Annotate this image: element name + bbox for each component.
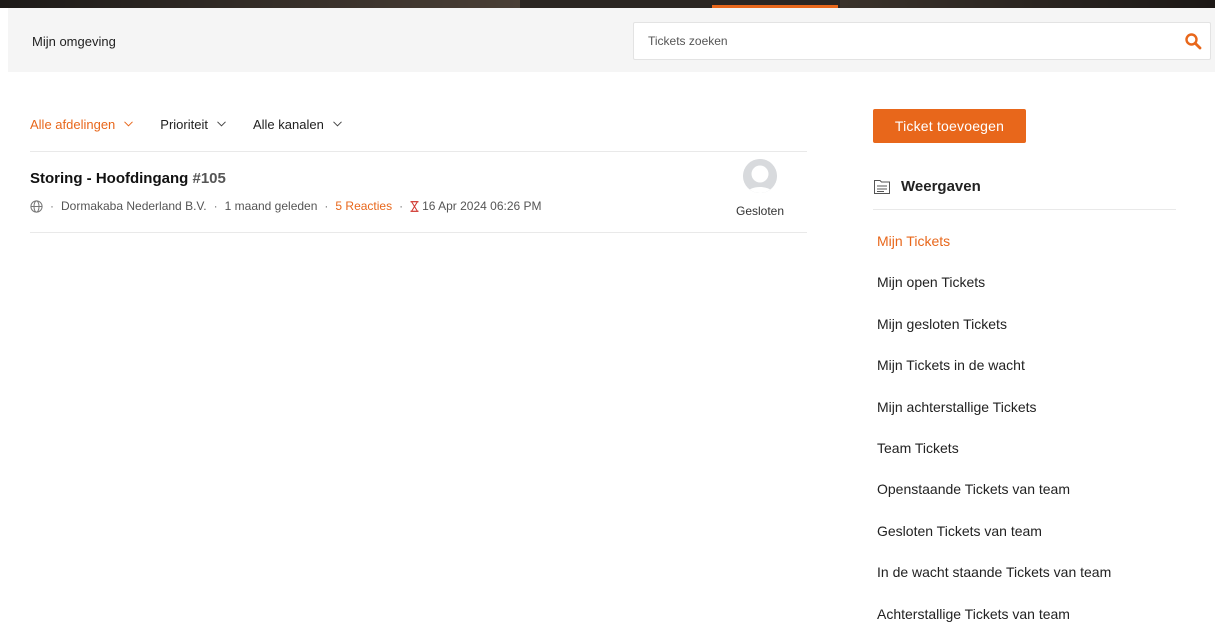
avatar	[743, 159, 777, 193]
separator-dot: ·	[324, 199, 329, 213]
view-item-my-open-tickets[interactable]: Mijn open Tickets	[877, 273, 1111, 314]
view-item-team-tickets[interactable]: Team Tickets	[877, 439, 1111, 480]
banner-segment	[840, 0, 1215, 8]
divider	[30, 232, 807, 233]
views-icon	[874, 180, 890, 194]
separator-dot: ·	[213, 199, 218, 213]
separator-dot: ·	[50, 199, 54, 213]
search-input[interactable]	[634, 23, 1174, 59]
ticket-number: #105	[192, 170, 226, 187]
search-icon[interactable]	[1184, 32, 1202, 50]
ticket-age: 1 maand geleden	[224, 199, 318, 213]
view-item-my-on-hold-tickets[interactable]: Mijn Tickets in de wacht	[877, 356, 1111, 397]
ticket-due-date: 16 Apr 2024 06:26 PM	[422, 199, 542, 213]
ticket-title[interactable]: Storing - Hoofdingang #105	[30, 170, 226, 187]
views-title: Weergaven	[901, 177, 981, 195]
view-item-team-closed-tickets[interactable]: Gesloten Tickets van team	[877, 522, 1111, 563]
filter-bar: Alle afdelingen Prioriteit Alle kanalen	[30, 115, 369, 133]
divider	[30, 151, 807, 152]
filter-label: Alle afdelingen	[30, 116, 116, 132]
view-item-my-overdue-tickets[interactable]: Mijn achterstallige Tickets	[877, 398, 1111, 439]
view-item-team-on-hold-tickets[interactable]: In de wacht staande Tickets van team	[877, 563, 1111, 604]
hourglass-icon	[410, 200, 419, 212]
status-badge: Gesloten	[735, 204, 785, 218]
chevron-down-icon	[217, 121, 226, 127]
header-bar: Mijn omgeving	[8, 8, 1215, 72]
separator-dot: ·	[399, 199, 404, 213]
banner-segment	[0, 0, 520, 8]
filter-departments[interactable]: Alle afdelingen	[30, 116, 134, 132]
ticket-replies-link[interactable]: 5 Reacties	[335, 199, 392, 213]
filter-channels[interactable]: Alle kanalen	[253, 117, 342, 132]
view-item-my-closed-tickets[interactable]: Mijn gesloten Tickets	[877, 315, 1111, 356]
avatar-icon	[743, 159, 777, 193]
chevron-down-icon	[332, 121, 342, 127]
chevron-down-icon	[124, 121, 134, 127]
search-box	[633, 22, 1211, 60]
ticket-company: Dormakaba Nederland B.V.	[61, 199, 207, 213]
views-header: Weergaven	[873, 177, 981, 195]
view-item-team-open-tickets[interactable]: Openstaande Tickets van team	[877, 480, 1111, 521]
view-item-team-overdue-tickets[interactable]: Achterstallige Tickets van team	[877, 605, 1111, 622]
filter-label: Alle kanalen	[252, 116, 324, 132]
ticket-subject: Storing - Hoofdingang	[30, 170, 189, 187]
view-item-my-tickets[interactable]: Mijn Tickets	[877, 232, 1111, 273]
filter-priority[interactable]: Prioriteit	[160, 117, 226, 132]
environment-label[interactable]: Mijn omgeving	[32, 34, 116, 49]
ticket-meta: · Dormakaba Nederland B.V. · 1 maand gel…	[30, 199, 542, 213]
top-banner-strip	[0, 0, 1215, 8]
divider	[873, 209, 1176, 210]
globe-icon	[30, 199, 43, 213]
views-list: Mijn Tickets Mijn open Tickets Mijn gesl…	[877, 232, 1111, 622]
add-ticket-button[interactable]: Ticket toevoegen	[873, 109, 1026, 143]
filter-label: Prioriteit	[160, 116, 208, 132]
